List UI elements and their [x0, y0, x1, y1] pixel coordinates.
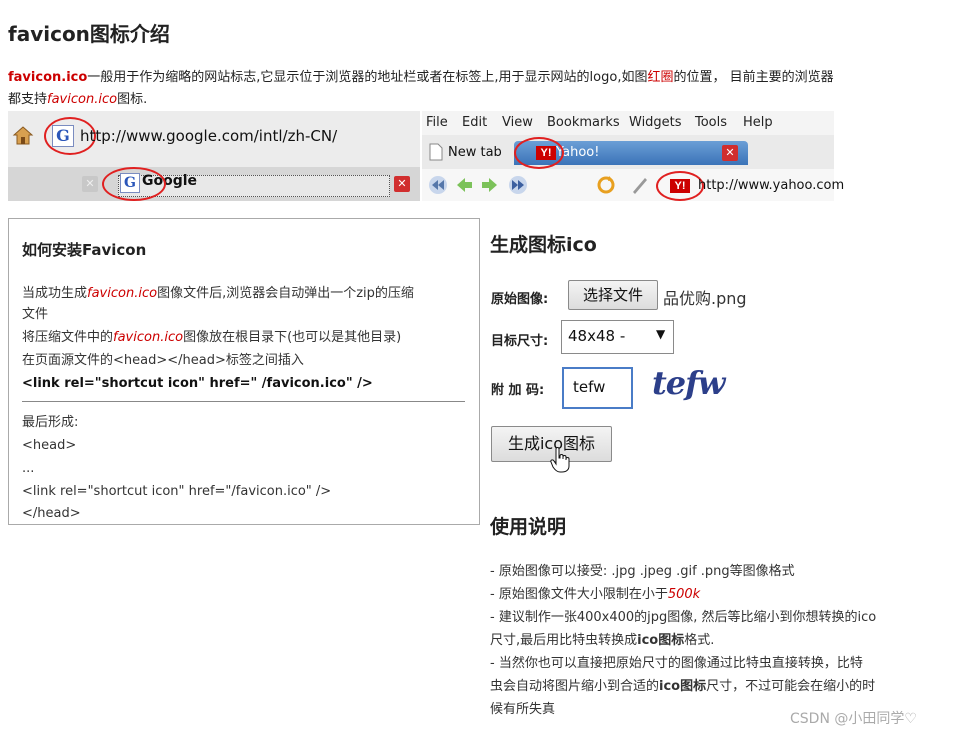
target-size-value: 48x48 -: [568, 327, 626, 345]
usage-title: 使用说明: [490, 516, 567, 538]
usage-text: 虫会自动将图片缩小到合适的: [490, 679, 660, 694]
install-text: 当成功生成: [22, 286, 88, 301]
reload-icon: [597, 176, 615, 194]
red-circle-marker: [514, 137, 564, 169]
install-text: 将压缩文件中的: [22, 330, 114, 345]
captcha-image: tefw: [652, 364, 725, 402]
menu-tools: Tools: [695, 115, 728, 130]
usage-bold: ico图标: [637, 633, 685, 648]
forward-icon: [482, 178, 497, 192]
usage-item: 虫会自动将图片缩小到合适的ico图标尺寸，不过可能会在缩小的时: [490, 675, 930, 698]
intro-text-3: 都支持: [8, 92, 48, 107]
red-circle-term: 红圈: [647, 70, 674, 85]
red-circle-marker: [656, 171, 704, 201]
install-line-7: <head>: [22, 438, 77, 453]
install-line-4: 在页面源文件的<head></head>标签之间插入: [22, 353, 304, 368]
usage-item: - 建议制作一张400x400的jpg图像, 然后等比缩小到你想转换的ico: [490, 610, 877, 625]
install-line-6: 最后形成:: [22, 415, 79, 430]
fast-forward-icon: [509, 176, 527, 194]
install-text: 图像放在根目录下(也可以是其他目录): [183, 330, 402, 345]
close-tab-icon: ✕: [82, 176, 98, 192]
intro-text-1: 一般用于作为缩略的网站标志,它显示位于浏览器的地址栏或者在标签上,用于显示网站的…: [87, 70, 648, 85]
install-line-10: </head>: [22, 506, 81, 521]
hand-cursor-icon: [550, 447, 570, 473]
usage-item: - 原始图像文件大小限制在小于500k: [490, 583, 930, 606]
usage-bold: ico图标: [659, 679, 707, 694]
menu-view: View: [502, 115, 533, 130]
browser-screenshot: G http://www.google.com/intl/zh-CN/ ✕ G …: [8, 111, 844, 201]
size-limit-value: 500k: [667, 587, 701, 602]
ie-url-text: http://www.google.com/intl/zh-CN/: [80, 127, 338, 145]
install-line-3: 将压缩文件中的favicon.ico图像放在根目录下(也可以是其他目录): [22, 326, 401, 349]
intro-paragraph: favicon.ico一般用于作为缩略的网站标志,它显示位于浏览器的地址栏或者在…: [8, 67, 948, 111]
install-line-1: 当成功生成favicon.ico图像文件后,浏览器会自动弹出一个zip的压缩: [22, 282, 414, 305]
intro-text-2: 的位置， 目前主要的浏览器: [673, 70, 834, 85]
opera-menu-bar: File Edit View Bookmarks Widgets Tools H…: [422, 111, 834, 135]
extra-code-value: tefw: [573, 378, 606, 396]
close-tab-icon: ✕: [722, 145, 738, 161]
install-line-2: 文件: [22, 307, 49, 322]
choose-file-button[interactable]: 选择文件: [568, 280, 658, 310]
yahoo-url-text: http://www.yahoo.com: [698, 178, 845, 193]
generator-title: 生成图标ico: [490, 234, 597, 256]
target-size-select[interactable]: 48x48 - ▼: [561, 320, 674, 354]
red-circle-marker: [102, 167, 166, 201]
menu-file: File: [426, 115, 448, 130]
menu-widgets: Widgets: [629, 115, 682, 130]
page-title: favicon图标介绍: [8, 22, 170, 46]
home-icon: [12, 126, 34, 145]
menu-help: Help: [743, 115, 773, 130]
install-line-8: ...: [22, 461, 35, 476]
intro-text-4: 图标.: [117, 92, 148, 107]
extra-code-input[interactable]: tefw: [562, 367, 633, 409]
install-instructions-box: 如何安装Favicon 当成功生成favicon.ico图像文件后,浏览器会自动…: [8, 218, 480, 525]
ie-address-bar: G http://www.google.com/intl/zh-CN/: [8, 111, 420, 168]
divider: [22, 401, 465, 402]
usage-text: 格式.: [684, 633, 715, 648]
usage-text: 尺寸,最后用比特虫转换成: [490, 633, 638, 648]
back-icon: [457, 178, 472, 192]
close-tab-icon: ✕: [394, 176, 410, 192]
watermark: CSDN @小田同学♡: [790, 711, 917, 727]
usage-text: 尺寸，不过可能会在缩小的时: [706, 679, 876, 694]
chevron-down-icon: ▼: [656, 327, 666, 341]
page-icon: [429, 143, 443, 161]
target-size-label: 目标尺寸:: [491, 334, 549, 349]
usage-item: - 原始图像可以接受: .jpg .jpeg .gif .png等图像格式: [490, 564, 795, 579]
extra-code-label: 附 加 码:: [491, 383, 545, 398]
install-line-9: <link rel="shortcut icon" href="/favicon…: [22, 484, 332, 499]
opera-tab-bar: New tab Y! Yahoo! ✕: [422, 135, 834, 169]
edit-icon: [633, 178, 647, 194]
file-name: 品优购.png: [663, 289, 747, 308]
install-text: 图像文件后,浏览器会自动弹出一个zip的压缩: [157, 286, 414, 301]
favicon-ico-term-2: favicon.ico: [47, 92, 118, 107]
usage-item: - 当然你也可以直接把原始尺寸的图像通过比特虫直接转换，比特: [490, 656, 863, 671]
favicon-ico-term: favicon.ico: [87, 286, 158, 301]
favicon-ico-term: favicon.ico: [113, 330, 184, 345]
new-tab-label: New tab: [448, 145, 502, 160]
menu-edit: Edit: [462, 115, 488, 130]
favicon-ico-term: favicon.ico: [8, 70, 88, 85]
rewind-icon: [429, 176, 447, 194]
usage-text: - 原始图像文件大小限制在小于: [490, 587, 668, 602]
usage-item: 尺寸,最后用比特虫转换成ico图标格式.: [490, 629, 930, 652]
usage-list: - 原始图像可以接受: .jpg .jpeg .gif .png等图像格式 - …: [490, 560, 930, 721]
ie-tab-bar: ✕ G Google ✕: [8, 167, 420, 201]
source-image-label: 原始图像:: [491, 292, 549, 307]
install-title: 如何安装Favicon: [22, 241, 147, 259]
opera-nav-bar: Y! http://www.yahoo.com: [422, 169, 844, 201]
menu-bookmarks: Bookmarks: [547, 115, 620, 130]
install-code-snippet: <link rel="shortcut icon" href=" /favico…: [22, 376, 373, 391]
